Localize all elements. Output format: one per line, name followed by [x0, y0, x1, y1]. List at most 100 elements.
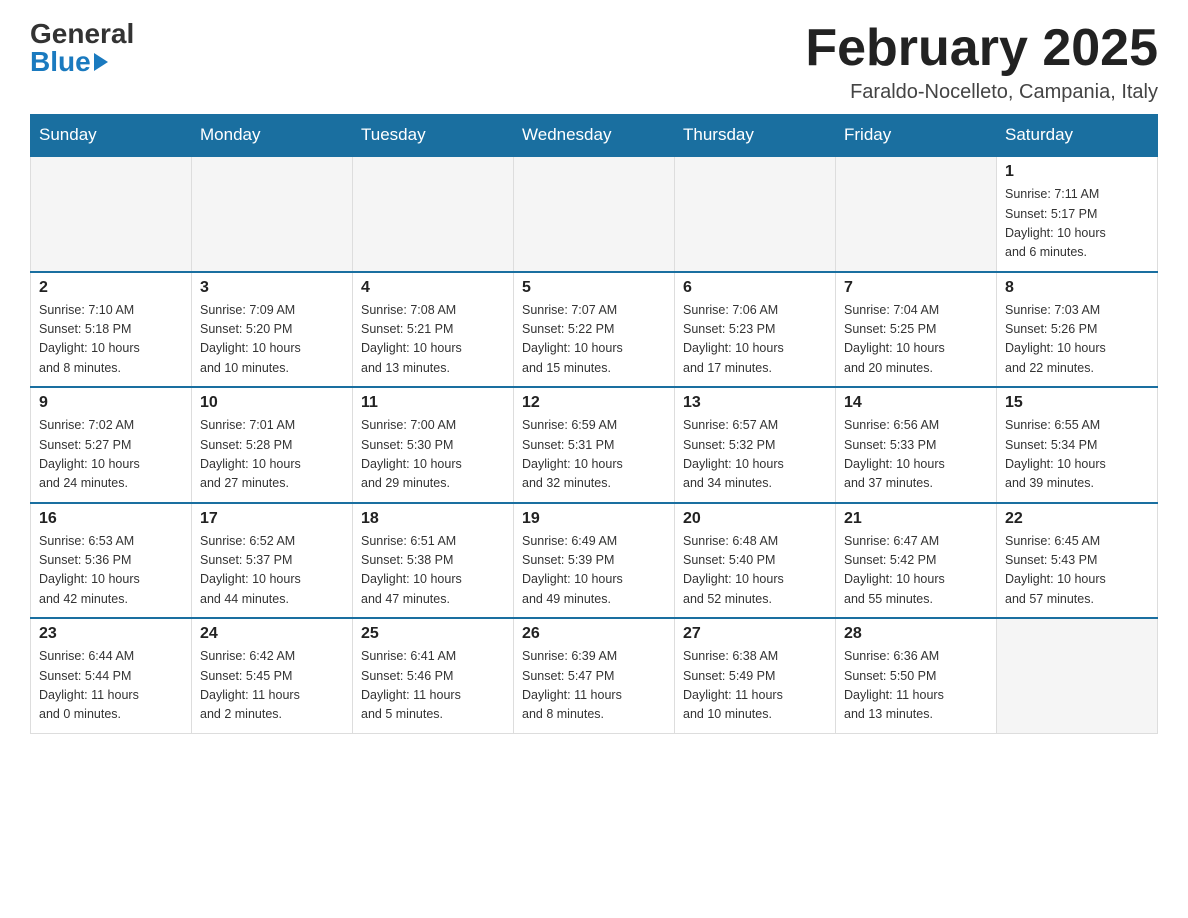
day-info: Sunrise: 7:03 AM Sunset: 5:26 PM Dayligh…	[1005, 301, 1149, 379]
logo-text: General Blue	[30, 20, 134, 76]
calendar-cell: 9 Sunrise: 7:02 AM Sunset: 5:27 PM Daylig…	[31, 387, 192, 503]
calendar-cell: 6 Sunrise: 7:06 AM Sunset: 5:23 PM Daylig…	[675, 272, 836, 388]
calendar-cell: 27 Sunrise: 6:38 AM Sunset: 5:49 PM Dayli…	[675, 618, 836, 733]
calendar-cell	[31, 156, 192, 272]
day-info: Sunrise: 7:08 AM Sunset: 5:21 PM Dayligh…	[361, 301, 505, 379]
calendar-week-4: 23 Sunrise: 6:44 AM Sunset: 5:44 PM Dayli…	[31, 618, 1158, 733]
calendar-cell: 10 Sunrise: 7:01 AM Sunset: 5:28 PM Dayli…	[192, 387, 353, 503]
day-info: Sunrise: 6:53 AM Sunset: 5:36 PM Dayligh…	[39, 532, 183, 610]
logo-blue-text: Blue	[30, 48, 91, 76]
day-number: 25	[361, 625, 505, 643]
weekday-header-saturday: Saturday	[997, 115, 1158, 157]
weekday-header-monday: Monday	[192, 115, 353, 157]
location-subtitle: Faraldo-Nocelleto, Campania, Italy	[805, 81, 1158, 104]
day-info: Sunrise: 6:57 AM Sunset: 5:32 PM Dayligh…	[683, 416, 827, 494]
calendar-cell: 2Sunrise: 7:10 AM Sunset: 5:18 PM Daylig…	[31, 272, 192, 388]
day-number: 9	[39, 394, 183, 412]
day-number: 3	[200, 279, 344, 297]
calendar-week-0: 1 Sunrise: 7:11 AM Sunset: 5:17 PM Daylig…	[31, 156, 1158, 272]
day-info: Sunrise: 6:47 AM Sunset: 5:42 PM Dayligh…	[844, 532, 988, 610]
calendar-cell: 4 Sunrise: 7:08 AM Sunset: 5:21 PM Daylig…	[353, 272, 514, 388]
day-number: 2	[39, 279, 183, 297]
calendar-cell: 8 Sunrise: 7:03 AM Sunset: 5:26 PM Daylig…	[997, 272, 1158, 388]
day-info: Sunrise: 7:07 AM Sunset: 5:22 PM Dayligh…	[522, 301, 666, 379]
calendar-header: SundayMondayTuesdayWednesdayThursdayFrid…	[31, 115, 1158, 157]
day-info: Sunrise: 6:36 AM Sunset: 5:50 PM Dayligh…	[844, 647, 988, 725]
page-header: General Blue February 2025 Faraldo-Nocel…	[30, 20, 1158, 104]
calendar-cell: 15Sunrise: 6:55 AM Sunset: 5:34 PM Dayli…	[997, 387, 1158, 503]
day-number: 19	[522, 510, 666, 528]
calendar-cell	[675, 156, 836, 272]
calendar-cell	[353, 156, 514, 272]
day-number: 20	[683, 510, 827, 528]
calendar-table: SundayMondayTuesdayWednesdayThursdayFrid…	[30, 114, 1158, 734]
day-number: 10	[200, 394, 344, 412]
day-info: Sunrise: 7:01 AM Sunset: 5:28 PM Dayligh…	[200, 416, 344, 494]
logo: General Blue	[30, 20, 134, 76]
day-number: 8	[1005, 279, 1149, 297]
calendar-cell: 19 Sunrise: 6:49 AM Sunset: 5:39 PM Dayli…	[514, 503, 675, 619]
day-info: Sunrise: 6:51 AM Sunset: 5:38 PM Dayligh…	[361, 532, 505, 610]
weekday-row: SundayMondayTuesdayWednesdayThursdayFrid…	[31, 115, 1158, 157]
calendar-cell: 5 Sunrise: 7:07 AM Sunset: 5:22 PM Daylig…	[514, 272, 675, 388]
calendar-cell: 12 Sunrise: 6:59 AM Sunset: 5:31 PM Dayli…	[514, 387, 675, 503]
day-number: 6	[683, 279, 827, 297]
day-number: 14	[844, 394, 988, 412]
calendar-cell	[514, 156, 675, 272]
calendar-cell	[997, 618, 1158, 733]
logo-line2: Blue	[30, 48, 134, 76]
day-info: Sunrise: 6:44 AM Sunset: 5:44 PM Dayligh…	[39, 647, 183, 725]
day-number: 13	[683, 394, 827, 412]
day-number: 4	[361, 279, 505, 297]
day-info: Sunrise: 7:11 AM Sunset: 5:17 PM Dayligh…	[1005, 185, 1149, 263]
day-number: 21	[844, 510, 988, 528]
logo-line1: General	[30, 20, 134, 48]
day-number: 28	[844, 625, 988, 643]
calendar-cell: 16 Sunrise: 6:53 AM Sunset: 5:36 PM Dayli…	[31, 503, 192, 619]
day-number: 23	[39, 625, 183, 643]
calendar-cell: 26 Sunrise: 6:39 AM Sunset: 5:47 PM Dayli…	[514, 618, 675, 733]
calendar-cell: 1 Sunrise: 7:11 AM Sunset: 5:17 PM Daylig…	[997, 156, 1158, 272]
day-number: 26	[522, 625, 666, 643]
day-number: 11	[361, 394, 505, 412]
day-info: Sunrise: 6:48 AM Sunset: 5:40 PM Dayligh…	[683, 532, 827, 610]
day-number: 24	[200, 625, 344, 643]
day-number: 5	[522, 279, 666, 297]
day-info: Sunrise: 6:39 AM Sunset: 5:47 PM Dayligh…	[522, 647, 666, 725]
day-info: Sunrise: 7:06 AM Sunset: 5:23 PM Dayligh…	[683, 301, 827, 379]
weekday-header-wednesday: Wednesday	[514, 115, 675, 157]
calendar-cell: 21 Sunrise: 6:47 AM Sunset: 5:42 PM Dayli…	[836, 503, 997, 619]
day-info: Sunrise: 6:41 AM Sunset: 5:46 PM Dayligh…	[361, 647, 505, 725]
calendar-cell: 18 Sunrise: 6:51 AM Sunset: 5:38 PM Dayli…	[353, 503, 514, 619]
day-info: Sunrise: 6:52 AM Sunset: 5:37 PM Dayligh…	[200, 532, 344, 610]
weekday-header-sunday: Sunday	[31, 115, 192, 157]
day-number: 7	[844, 279, 988, 297]
weekday-header-friday: Friday	[836, 115, 997, 157]
calendar-cell: 28 Sunrise: 6:36 AM Sunset: 5:50 PM Dayli…	[836, 618, 997, 733]
day-info: Sunrise: 6:59 AM Sunset: 5:31 PM Dayligh…	[522, 416, 666, 494]
day-info: Sunrise: 6:55 AM Sunset: 5:34 PM Dayligh…	[1005, 416, 1149, 494]
calendar-cell: 11 Sunrise: 7:00 AM Sunset: 5:30 PM Dayli…	[353, 387, 514, 503]
day-info: Sunrise: 7:04 AM Sunset: 5:25 PM Dayligh…	[844, 301, 988, 379]
day-number: 18	[361, 510, 505, 528]
day-number: 22	[1005, 510, 1149, 528]
month-title: February 2025	[805, 20, 1158, 77]
calendar-cell: 17 Sunrise: 6:52 AM Sunset: 5:37 PM Dayli…	[192, 503, 353, 619]
calendar-cell: 22Sunrise: 6:45 AM Sunset: 5:43 PM Dayli…	[997, 503, 1158, 619]
day-info: Sunrise: 6:56 AM Sunset: 5:33 PM Dayligh…	[844, 416, 988, 494]
day-info: Sunrise: 7:02 AM Sunset: 5:27 PM Dayligh…	[39, 416, 183, 494]
calendar-cell: 23 Sunrise: 6:44 AM Sunset: 5:44 PM Dayli…	[31, 618, 192, 733]
day-info: Sunrise: 6:38 AM Sunset: 5:49 PM Dayligh…	[683, 647, 827, 725]
day-number: 17	[200, 510, 344, 528]
weekday-header-thursday: Thursday	[675, 115, 836, 157]
day-number: 1	[1005, 163, 1149, 181]
calendar-cell: 14 Sunrise: 6:56 AM Sunset: 5:33 PM Dayli…	[836, 387, 997, 503]
day-number: 27	[683, 625, 827, 643]
calendar-cell: 24Sunrise: 6:42 AM Sunset: 5:45 PM Dayli…	[192, 618, 353, 733]
day-info: Sunrise: 6:49 AM Sunset: 5:39 PM Dayligh…	[522, 532, 666, 610]
calendar-week-2: 9 Sunrise: 7:02 AM Sunset: 5:27 PM Daylig…	[31, 387, 1158, 503]
day-number: 12	[522, 394, 666, 412]
calendar-body: 1 Sunrise: 7:11 AM Sunset: 5:17 PM Daylig…	[31, 156, 1158, 733]
day-info: Sunrise: 7:00 AM Sunset: 5:30 PM Dayligh…	[361, 416, 505, 494]
day-number: 16	[39, 510, 183, 528]
